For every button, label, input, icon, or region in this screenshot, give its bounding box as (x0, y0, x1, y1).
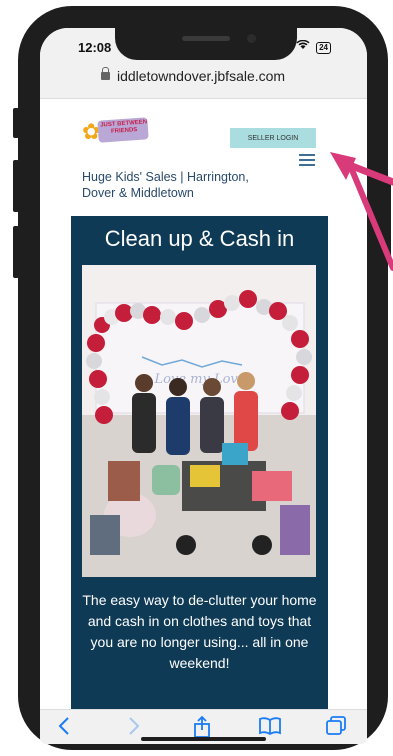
lock-icon (101, 67, 110, 80)
home-indicator (141, 737, 266, 741)
phone-screen: 12:08 24 iddletowndover.jbfsale.com ✿ JU… (40, 28, 367, 744)
forward-chevron-icon[interactable] (128, 716, 140, 742)
photo-banner-text: Love my Love (154, 372, 246, 387)
hero-panel: Clean up & Cash in Love my Love The easy… (71, 216, 328, 709)
safari-toolbar (40, 709, 367, 744)
status-time: 12:08 (78, 40, 112, 55)
site-logo[interactable]: ✿ JUST BETWEEN FRIENDS (82, 113, 152, 147)
hamburger-menu-icon[interactable] (299, 154, 315, 166)
hero-headline: Clean up & Cash in (104, 226, 295, 251)
front-camera (247, 34, 256, 43)
address-bar[interactable]: iddletowndover.jbfsale.com (40, 62, 367, 99)
seller-login-button[interactable]: SELLER LOGIN (230, 128, 316, 148)
volunteers-photo-illustration: Love my Love (82, 265, 316, 577)
status-icons: 24 (296, 39, 331, 54)
battery-icon: 24 (316, 42, 331, 54)
speaker (182, 36, 230, 41)
wifi-icon (296, 39, 310, 49)
tabs-icon[interactable] (325, 716, 347, 742)
web-page: ✿ JUST BETWEEN FRIENDS SELLER LOGIN Huge… (40, 99, 367, 709)
hero-tagline: The easy way to de-clutter your home and… (82, 592, 317, 671)
status-bar: 12:08 24 (40, 28, 367, 62)
notch (115, 28, 297, 60)
site-title: Huge Kids' Sales | Harrington, Dover & M… (82, 170, 249, 200)
back-chevron-icon[interactable] (58, 716, 70, 742)
url-text: iddletowndover.jbfsale.com (117, 68, 286, 84)
hero-photo: Love my Love (82, 265, 316, 577)
